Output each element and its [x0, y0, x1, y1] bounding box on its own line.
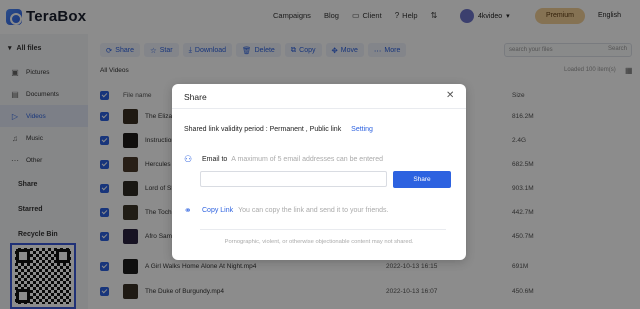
email-field[interactable]: [200, 171, 387, 187]
email-label: Email to: [202, 156, 228, 163]
validity-label: Shared link validity period :: [184, 126, 268, 133]
copy-link-hint: You can copy the link and send it to you…: [238, 207, 389, 214]
setting-link[interactable]: Setting: [351, 126, 373, 133]
copy-link-row: ⚭ Copy Link You can copy the link and se…: [184, 205, 388, 216]
share-dialog: Share ✕ Shared link validity period : Pe…: [172, 84, 466, 260]
divider: [172, 108, 466, 109]
email-row: ⚇ Email to A maximum of 5 email addresse…: [184, 154, 383, 165]
email-hint: A maximum of 5 email addresses can be en…: [231, 156, 384, 163]
validity-info: Shared link validity period : Permanent …: [184, 126, 373, 133]
close-icon[interactable]: ✕: [446, 90, 454, 101]
copy-link-button[interactable]: Copy Link: [202, 207, 233, 214]
validity-value: Permanent , Public link: [269, 126, 342, 133]
link-icon: ⚭: [184, 205, 192, 215]
dialog-title: Share: [184, 92, 207, 102]
add-user-icon: ⚇: [184, 154, 193, 164]
divider: [200, 229, 446, 230]
send-share-button[interactable]: Share: [393, 171, 451, 188]
disclaimer-text: Pornographic, violent, or otherwise obje…: [224, 239, 414, 245]
